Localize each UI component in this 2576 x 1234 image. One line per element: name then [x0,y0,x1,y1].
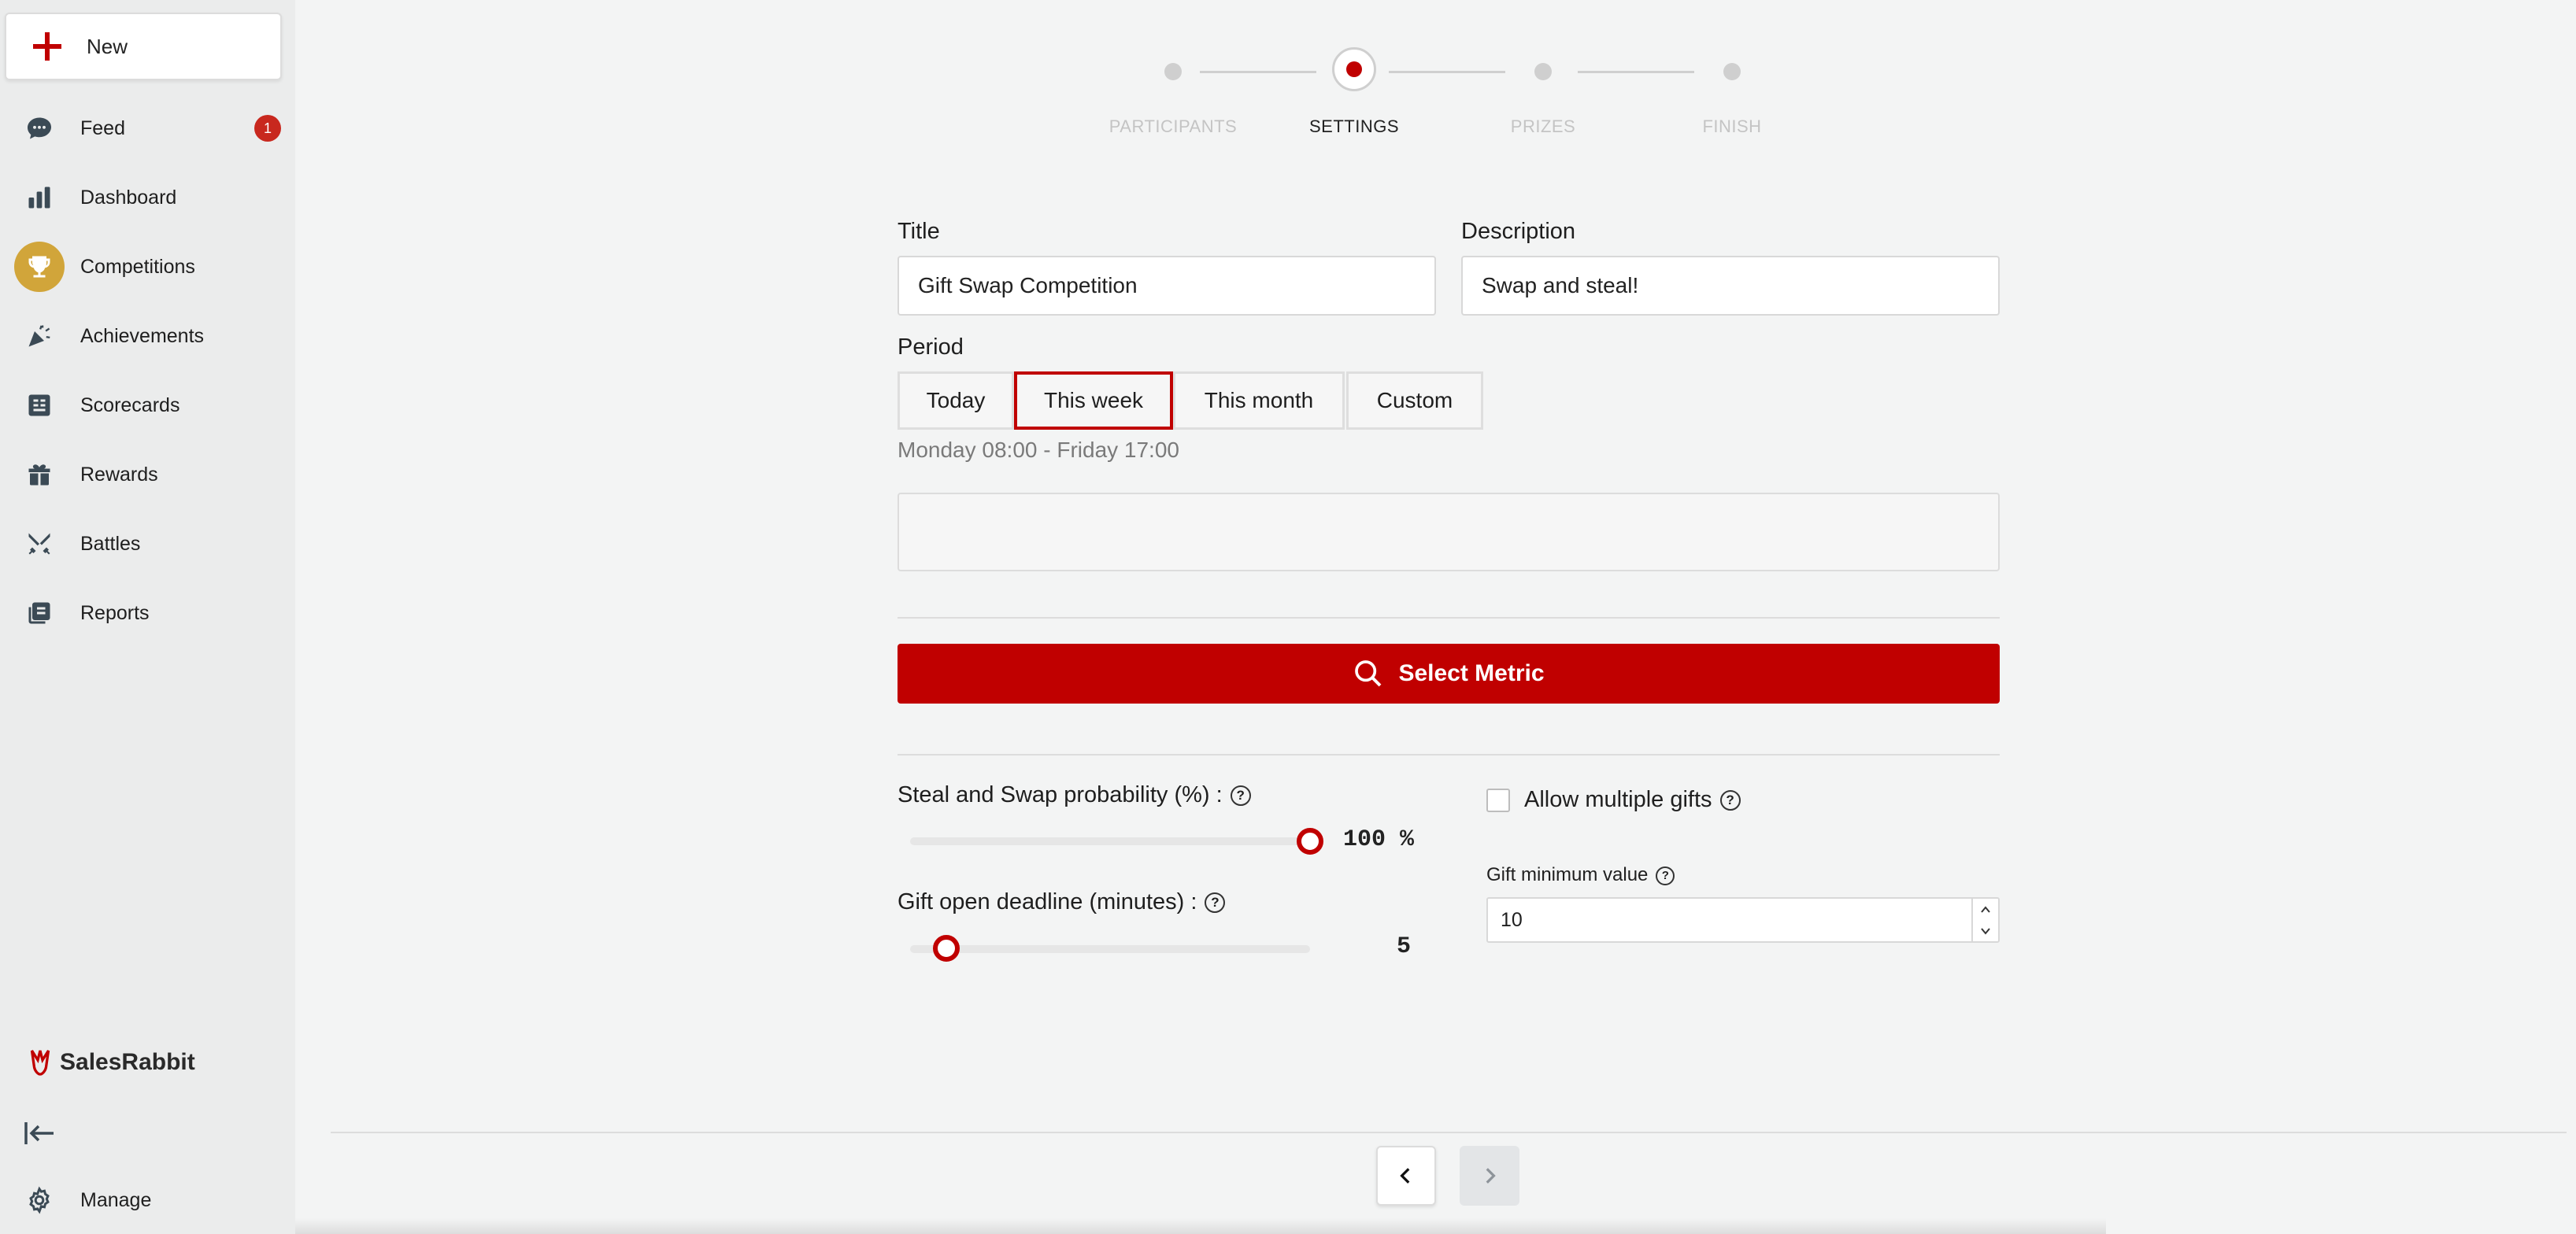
new-button[interactable]: New [5,13,282,80]
period-option-today[interactable]: Today [898,371,1014,430]
app-root: New Feed 1 Dashboard Competitions Achiev… [0,0,2576,1234]
gift-minimum-label-row: Gift minimum value? [1486,864,1675,886]
period-option-this-month[interactable]: This month [1173,371,1345,430]
previous-step-button[interactable] [1376,1146,1436,1206]
chevron-down-icon[interactable] [1979,926,1992,936]
step-dot-finish[interactable] [1723,63,1741,80]
divider [898,754,2000,756]
sidebar-item-label: Dashboard [80,186,177,209]
sidebar-item-feed[interactable]: Feed 1 [0,101,295,156]
description-label: Description [1461,219,1576,244]
sidebar-item-label: Competitions [80,255,195,278]
party-popper-icon [20,317,58,355]
sidebar-item-label: Achievements [80,324,205,347]
sidebar: New Feed 1 Dashboard Competitions Achiev… [0,0,295,1234]
brand-name: SalesRabbit [60,1049,195,1075]
number-spinner [1971,899,1998,941]
sidebar-item-scorecards[interactable]: Scorecards [0,378,295,433]
help-icon[interactable]: ? [1719,790,1741,811]
sidebar-item-label: Reports [80,601,150,624]
sidebar-item-dashboard[interactable]: Dashboard [0,170,295,225]
gift-deadline-label: Gift open deadline (minutes) : [898,889,1197,914]
step-label-prizes: PRIZES [1510,116,1576,136]
step-dot-settings[interactable] [1332,47,1376,91]
sidebar-item-rewards[interactable]: Rewards [0,447,295,502]
step-connector [1578,71,1694,73]
chevron-up-icon[interactable] [1979,905,1992,914]
next-step-button[interactable] [1460,1146,1519,1206]
title-label: Title [898,219,940,244]
gift-deadline-slider-track[interactable] [910,945,1310,953]
step-dot-prizes[interactable] [1534,63,1552,80]
manage-label: Manage [80,1188,152,1211]
sidebar-item-label: Scorecards [80,393,180,416]
reports-icon [20,594,58,632]
plus-icon [31,31,63,62]
gift-minimum-input[interactable]: 10 [1486,897,2000,943]
scorecard-icon [20,386,58,424]
gift-deadline-value: 5 [1397,933,1412,960]
steal-swap-label: Steal and Swap probability (%) : [898,782,1223,807]
period-range-text: Monday 08:00 - Friday 17:00 [898,438,1179,462]
divider [898,617,2000,619]
sidebar-item-label: Rewards [80,463,158,486]
step-label-finish: FINISH [1702,116,1762,136]
metric-placeholder-box [898,493,2000,571]
chevron-right-icon [1486,1168,1496,1184]
description-input[interactable]: Swap and steal! [1461,256,2000,316]
bottom-shadow [295,1218,2106,1234]
steal-swap-slider-thumb[interactable] [1297,828,1323,855]
help-icon[interactable]: ? [1230,785,1251,807]
crossed-swords-icon [20,525,58,563]
period-label: Period [898,334,964,360]
gift-minimum-label: Gift minimum value [1486,864,1649,885]
bar-chart-icon [20,179,58,216]
help-icon[interactable]: ? [1205,892,1226,914]
gift-icon [20,456,58,493]
steal-swap-slider-track[interactable] [910,837,1310,845]
steal-swap-label-row: Steal and Swap probability (%) :? [898,782,1251,808]
period-option-custom[interactable]: Custom [1346,371,1483,430]
trophy-icon [14,242,65,292]
wizard-stepper: PARTICIPANTS SETTINGS PRIZES FINISH [1102,47,1764,150]
period-option-this-week[interactable]: This week [1014,371,1173,430]
gift-deadline-label-row: Gift open deadline (minutes) :? [898,889,1226,915]
sidebar-item-reports[interactable]: Reports [0,586,295,641]
sidebar-item-manage[interactable]: Manage [0,1173,295,1228]
step-label-settings: SETTINGS [1308,116,1399,136]
help-icon[interactable]: ? [1656,866,1675,885]
sidebar-item-label: Feed [80,116,125,139]
gear-icon [20,1181,58,1219]
chevron-left-icon [1400,1168,1410,1184]
step-dot-participants[interactable] [1164,63,1182,80]
step-label-participants: PARTICIPANTS [1108,116,1238,136]
sidebar-item-competitions[interactable]: Competitions [0,239,295,294]
allow-multiple-gifts-label-row: Allow multiple gifts? [1524,787,1741,813]
select-metric-button[interactable]: Select Metric [898,644,2000,704]
notification-badge: 1 [254,115,281,142]
allow-multiple-gifts-checkbox[interactable] [1486,789,1510,812]
sidebar-item-battles[interactable]: Battles [0,516,295,571]
allow-multiple-gifts-label: Allow multiple gifts [1524,787,1712,812]
collapse-sidebar-button[interactable] [24,1118,57,1149]
rabbit-logo-icon [30,1050,50,1076]
step-connector [1200,71,1316,73]
new-button-label: New [87,34,128,58]
step-connector [1389,71,1505,73]
sidebar-item-achievements[interactable]: Achievements [0,308,295,364]
chat-icon [20,109,58,147]
steal-swap-value: 100 % [1343,826,1415,853]
collapse-icon [24,1122,54,1144]
search-icon [1355,660,1382,687]
footer-divider [331,1132,2567,1133]
select-metric-label: Select Metric [1398,660,1545,686]
gift-minimum-value: 10 [1501,908,1523,931]
sidebar-item-label: Battles [80,532,141,555]
brand-logo: SalesRabbit [28,1048,195,1077]
title-input[interactable]: Gift Swap Competition [898,256,1436,316]
gift-deadline-slider-thumb[interactable] [932,935,960,962]
